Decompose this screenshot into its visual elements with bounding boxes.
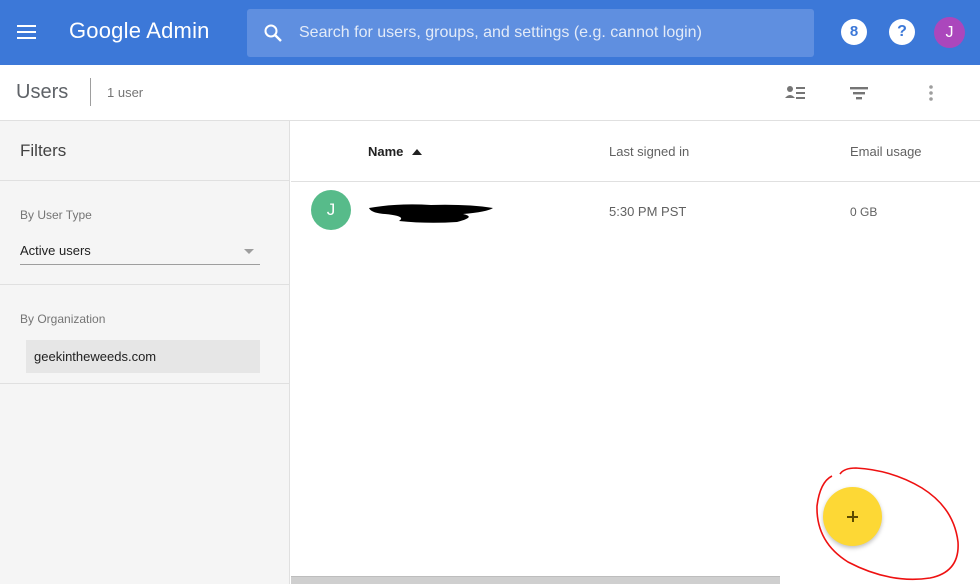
organization-name: geekintheweeds.com	[34, 349, 157, 364]
user-count: 1 user	[107, 85, 144, 100]
page-title: Users	[16, 81, 69, 103]
search-bar[interactable]	[247, 9, 814, 57]
account-avatar[interactable]: J	[934, 17, 965, 48]
hourglass-icon[interactable]: 8	[841, 19, 867, 45]
last-signed-in-value: 5:30 PM PST	[609, 204, 687, 219]
filters-panel: Filters By User Type Active users By Org…	[0, 121, 290, 584]
help-icon[interactable]: ?	[889, 19, 915, 45]
app-bar: Google Admin 8 ? J	[0, 0, 980, 65]
title-divider	[90, 78, 91, 106]
manage-columns-icon[interactable]	[783, 81, 807, 105]
filters-divider	[0, 284, 290, 285]
sort-ascending-icon	[412, 149, 423, 155]
filters-divider	[0, 180, 290, 181]
column-header-email-usage[interactable]: Email usage	[850, 144, 922, 159]
user-type-value: Active users	[20, 243, 91, 258]
more-vert-icon[interactable]	[919, 81, 943, 105]
user-type-label: By User Type	[20, 208, 92, 222]
search-icon	[263, 23, 283, 43]
email-usage-value: 0 GB	[850, 205, 878, 219]
horizontal-scrollbar[interactable]	[291, 576, 780, 584]
brand-logo[interactable]: Google Admin	[69, 18, 210, 44]
column-header-last-signed-in[interactable]: Last signed in	[609, 144, 689, 159]
avatar: J	[311, 190, 351, 230]
column-header-name[interactable]: Name	[368, 144, 423, 159]
filters-title: Filters	[20, 141, 67, 160]
user-type-select[interactable]: Active users	[20, 241, 260, 265]
organization-label: By Organization	[20, 312, 106, 326]
chevron-down-icon	[244, 249, 254, 254]
users-toolbar: Users 1 user	[0, 65, 980, 121]
filters-divider	[0, 383, 290, 384]
organization-item[interactable]: geekintheweeds.com	[26, 340, 260, 373]
redacted-name	[369, 204, 493, 223]
search-input[interactable]	[299, 9, 799, 57]
add-user-button[interactable]	[823, 487, 882, 546]
filter-icon[interactable]	[847, 81, 871, 105]
table-row[interactable]: J 5:30 PM PST 0 GB	[291, 182, 980, 240]
menu-icon[interactable]	[10, 16, 42, 48]
